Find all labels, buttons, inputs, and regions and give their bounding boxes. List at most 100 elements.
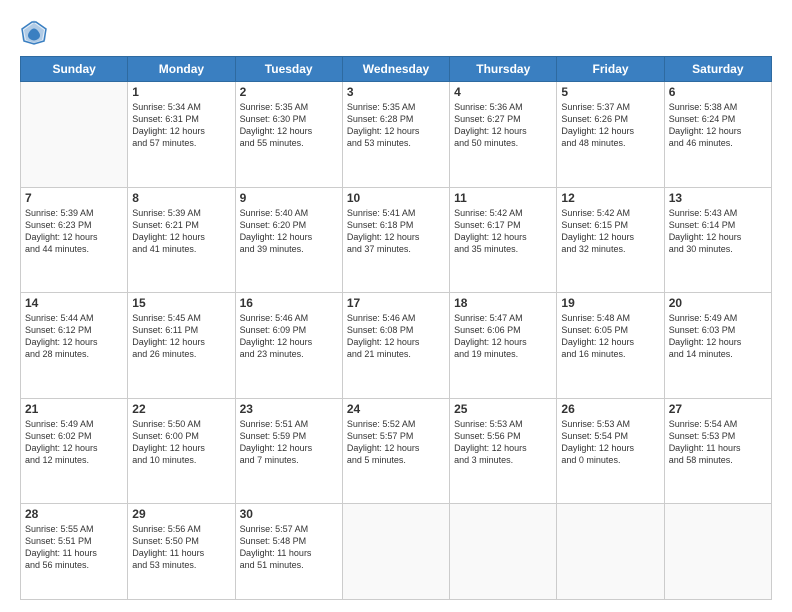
cell-daylight-text: Sunrise: 5:35 AM Sunset: 6:28 PM Dayligh… <box>347 101 445 150</box>
calendar-cell: 13 Sunrise: 5:43 AM Sunset: 6:14 PM Dayli… <box>664 187 771 293</box>
cell-daylight-text: Sunrise: 5:51 AM Sunset: 5:59 PM Dayligh… <box>240 418 338 467</box>
weekday-header: Monday <box>128 57 235 82</box>
day-number: 14 <box>25 296 123 310</box>
calendar-cell: 15 Sunrise: 5:45 AM Sunset: 6:11 PM Dayli… <box>128 293 235 399</box>
day-number: 25 <box>454 402 552 416</box>
cell-daylight-text: Sunrise: 5:37 AM Sunset: 6:26 PM Dayligh… <box>561 101 659 150</box>
cell-daylight-text: Sunrise: 5:43 AM Sunset: 6:14 PM Dayligh… <box>669 207 767 256</box>
day-number: 22 <box>132 402 230 416</box>
calendar-cell <box>21 82 128 188</box>
calendar-cell: 25 Sunrise: 5:53 AM Sunset: 5:56 PM Dayli… <box>450 398 557 504</box>
day-number: 11 <box>454 191 552 205</box>
day-number: 15 <box>132 296 230 310</box>
day-number: 5 <box>561 85 659 99</box>
calendar-cell: 9 Sunrise: 5:40 AM Sunset: 6:20 PM Daylig… <box>235 187 342 293</box>
cell-daylight-text: Sunrise: 5:47 AM Sunset: 6:06 PM Dayligh… <box>454 312 552 361</box>
day-number: 26 <box>561 402 659 416</box>
cell-daylight-text: Sunrise: 5:46 AM Sunset: 6:09 PM Dayligh… <box>240 312 338 361</box>
cell-daylight-text: Sunrise: 5:44 AM Sunset: 6:12 PM Dayligh… <box>25 312 123 361</box>
weekday-header: Wednesday <box>342 57 449 82</box>
calendar-cell: 12Sunrise: 5:42 AM Sunset: 6:15 PM Dayli… <box>557 187 664 293</box>
cell-daylight-text: Sunrise: 5:52 AM Sunset: 5:57 PM Dayligh… <box>347 418 445 467</box>
calendar-cell: 18 Sunrise: 5:47 AM Sunset: 6:06 PM Dayli… <box>450 293 557 399</box>
day-number: 2 <box>240 85 338 99</box>
day-number: 13 <box>669 191 767 205</box>
cell-daylight-text: Sunrise: 5:35 AM Sunset: 6:30 PM Dayligh… <box>240 101 338 150</box>
calendar-week-row: 1 Sunrise: 5:34 AM Sunset: 6:31 PM Daylig… <box>21 82 772 188</box>
calendar-week-row: 21 Sunrise: 5:49 AM Sunset: 6:02 PM Dayli… <box>21 398 772 504</box>
calendar-week-row: 14 Sunrise: 5:44 AM Sunset: 6:12 PM Dayli… <box>21 293 772 399</box>
calendar-cell: 20Sunrise: 5:49 AM Sunset: 6:03 PM Dayli… <box>664 293 771 399</box>
day-number: 23 <box>240 402 338 416</box>
logo-icon <box>20 18 48 46</box>
calendar-cell: 3 Sunrise: 5:35 AM Sunset: 6:28 PM Daylig… <box>342 82 449 188</box>
logo <box>20 18 54 46</box>
calendar-cell <box>450 504 557 600</box>
calendar-cell: 28Sunrise: 5:55 AM Sunset: 5:51 PM Dayli… <box>21 504 128 600</box>
calendar-cell: 27 Sunrise: 5:54 AM Sunset: 5:53 PM Dayli… <box>664 398 771 504</box>
calendar-cell: 7Sunrise: 5:39 AM Sunset: 6:23 PM Daylig… <box>21 187 128 293</box>
calendar-cell: 2 Sunrise: 5:35 AM Sunset: 6:30 PM Daylig… <box>235 82 342 188</box>
day-number: 4 <box>454 85 552 99</box>
cell-daylight-text: Sunrise: 5:54 AM Sunset: 5:53 PM Dayligh… <box>669 418 767 467</box>
day-number: 18 <box>454 296 552 310</box>
cell-daylight-text: Sunrise: 5:39 AM Sunset: 6:21 PM Dayligh… <box>132 207 230 256</box>
cell-daylight-text: Sunrise: 5:56 AM Sunset: 5:50 PM Dayligh… <box>132 523 230 572</box>
calendar-cell: 17 Sunrise: 5:46 AM Sunset: 6:08 PM Dayli… <box>342 293 449 399</box>
day-number: 21 <box>25 402 123 416</box>
cell-daylight-text: Sunrise: 5:49 AM Sunset: 6:02 PM Dayligh… <box>25 418 123 467</box>
cell-daylight-text: Sunrise: 5:34 AM Sunset: 6:31 PM Dayligh… <box>132 101 230 150</box>
calendar-cell <box>342 504 449 600</box>
weekday-header: Tuesday <box>235 57 342 82</box>
cell-daylight-text: Sunrise: 5:39 AM Sunset: 6:23 PM Dayligh… <box>25 207 123 256</box>
cell-daylight-text: Sunrise: 5:55 AM Sunset: 5:51 PM Dayligh… <box>25 523 123 572</box>
cell-daylight-text: Sunrise: 5:50 AM Sunset: 6:00 PM Dayligh… <box>132 418 230 467</box>
day-number: 19 <box>561 296 659 310</box>
day-number: 17 <box>347 296 445 310</box>
cell-daylight-text: Sunrise: 5:48 AM Sunset: 6:05 PM Dayligh… <box>561 312 659 361</box>
calendar-cell: 16 Sunrise: 5:46 AM Sunset: 6:09 PM Dayli… <box>235 293 342 399</box>
day-number: 16 <box>240 296 338 310</box>
day-number: 6 <box>669 85 767 99</box>
calendar-cell: 30 Sunrise: 5:57 AM Sunset: 5:48 PM Dayli… <box>235 504 342 600</box>
calendar-week-row: 7Sunrise: 5:39 AM Sunset: 6:23 PM Daylig… <box>21 187 772 293</box>
day-number: 29 <box>132 507 230 521</box>
weekday-header: Friday <box>557 57 664 82</box>
day-number: 30 <box>240 507 338 521</box>
calendar-cell: 23 Sunrise: 5:51 AM Sunset: 5:59 PM Dayli… <box>235 398 342 504</box>
calendar-cell: 19 Sunrise: 5:48 AM Sunset: 6:05 PM Dayli… <box>557 293 664 399</box>
day-number: 3 <box>347 85 445 99</box>
calendar-week-row: 28Sunrise: 5:55 AM Sunset: 5:51 PM Dayli… <box>21 504 772 600</box>
calendar-cell: 6 Sunrise: 5:38 AM Sunset: 6:24 PM Daylig… <box>664 82 771 188</box>
cell-daylight-text: Sunrise: 5:53 AM Sunset: 5:54 PM Dayligh… <box>561 418 659 467</box>
page: SundayMondayTuesdayWednesdayThursdayFrid… <box>0 0 792 612</box>
calendar-cell: 14 Sunrise: 5:44 AM Sunset: 6:12 PM Dayli… <box>21 293 128 399</box>
calendar-cell: 22 Sunrise: 5:50 AM Sunset: 6:00 PM Dayli… <box>128 398 235 504</box>
day-number: 8 <box>132 191 230 205</box>
calendar-table: SundayMondayTuesdayWednesdayThursdayFrid… <box>20 56 772 600</box>
day-number: 1 <box>132 85 230 99</box>
calendar-cell <box>557 504 664 600</box>
cell-daylight-text: Sunrise: 5:40 AM Sunset: 6:20 PM Dayligh… <box>240 207 338 256</box>
cell-daylight-text: Sunrise: 5:45 AM Sunset: 6:11 PM Dayligh… <box>132 312 230 361</box>
cell-daylight-text: Sunrise: 5:46 AM Sunset: 6:08 PM Dayligh… <box>347 312 445 361</box>
calendar-cell: 21 Sunrise: 5:49 AM Sunset: 6:02 PM Dayli… <box>21 398 128 504</box>
cell-daylight-text: Sunrise: 5:38 AM Sunset: 6:24 PM Dayligh… <box>669 101 767 150</box>
calendar-cell <box>664 504 771 600</box>
cell-daylight-text: Sunrise: 5:57 AM Sunset: 5:48 PM Dayligh… <box>240 523 338 572</box>
calendar-cell: 26 Sunrise: 5:53 AM Sunset: 5:54 PM Dayli… <box>557 398 664 504</box>
cell-daylight-text: Sunrise: 5:42 AM Sunset: 6:17 PM Dayligh… <box>454 207 552 256</box>
weekday-header: Sunday <box>21 57 128 82</box>
calendar-cell: 5 Sunrise: 5:37 AM Sunset: 6:26 PM Daylig… <box>557 82 664 188</box>
day-number: 9 <box>240 191 338 205</box>
weekday-header: Thursday <box>450 57 557 82</box>
cell-daylight-text: Sunrise: 5:53 AM Sunset: 5:56 PM Dayligh… <box>454 418 552 467</box>
day-number: 24 <box>347 402 445 416</box>
header <box>20 18 772 46</box>
calendar-cell: 1 Sunrise: 5:34 AM Sunset: 6:31 PM Daylig… <box>128 82 235 188</box>
cell-daylight-text: Sunrise: 5:42 AM Sunset: 6:15 PM Dayligh… <box>561 207 659 256</box>
calendar-cell: 29 Sunrise: 5:56 AM Sunset: 5:50 PM Dayli… <box>128 504 235 600</box>
day-number: 20 <box>669 296 767 310</box>
calendar-cell: 24 Sunrise: 5:52 AM Sunset: 5:57 PM Dayli… <box>342 398 449 504</box>
day-number: 27 <box>669 402 767 416</box>
